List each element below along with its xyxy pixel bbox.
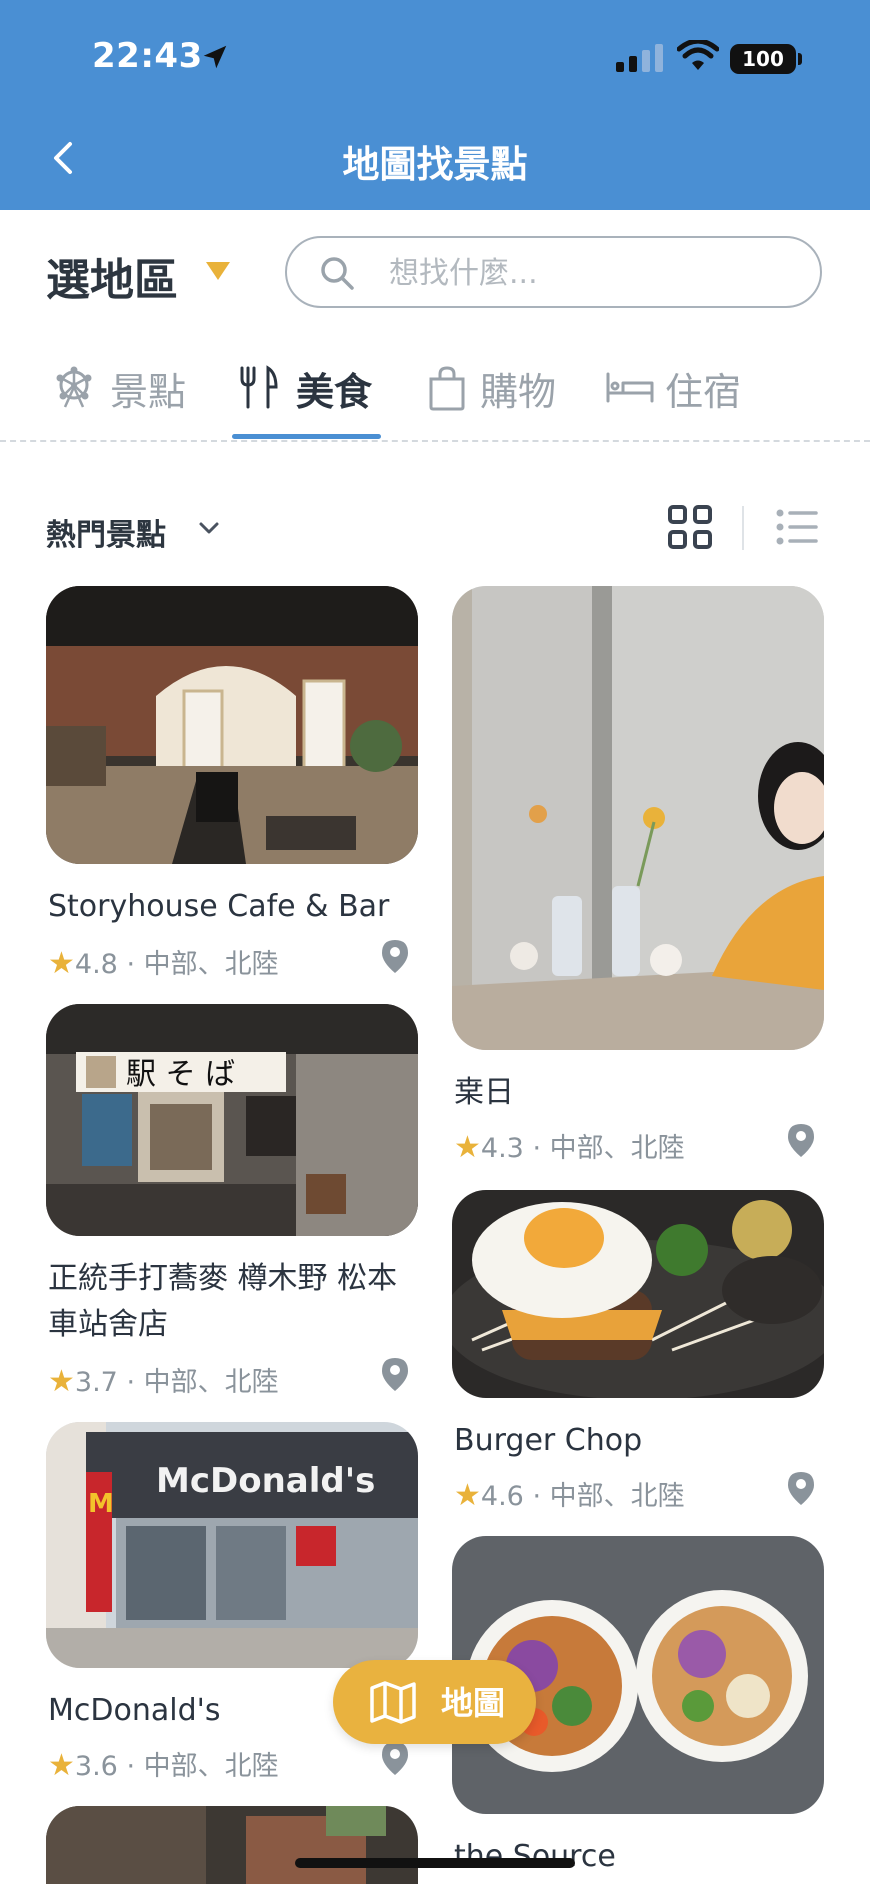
star-icon: ★ (454, 1478, 481, 1513)
place-name: the Source (454, 1839, 616, 1874)
place-rating: 3.7 (74, 1367, 118, 1398)
active-tab-indicator (232, 434, 381, 439)
cellular-signal-icon (616, 44, 663, 72)
map-icon (370, 1681, 416, 1724)
category-tabs: 景點 美食 購物 住宿 (0, 355, 870, 443)
map-pin-icon[interactable] (380, 1356, 410, 1394)
place-rating: 4.6 (480, 1481, 524, 1512)
dropdown-triangle-icon[interactable] (206, 262, 230, 280)
place-photo (452, 1190, 824, 1398)
tab-sights[interactable]: 景點 (50, 355, 200, 443)
tab-shopping[interactable]: 購物 (424, 355, 584, 443)
meta-separator: · (532, 1133, 550, 1164)
search-box[interactable] (285, 236, 822, 308)
bed-icon (606, 372, 654, 403)
shopping-bag-icon (429, 366, 465, 411)
star-icon: ★ (48, 1748, 75, 1783)
status-bar: 22:43 100 (0, 0, 870, 110)
place-rating: 4.8 (74, 949, 118, 980)
place-area: 中部、北陸 (143, 1367, 279, 1398)
place-area: 中部、北陸 (143, 949, 279, 980)
place-card[interactable]: 駅 そ ば 正統手打蕎麥 樽木野 松本車站舍店 ★3.7 · 中部、北陸 (46, 1004, 418, 1404)
place-name: Storyhouse Cafe & Bar (48, 889, 390, 924)
place-photo (46, 1806, 418, 1884)
map-pin-icon[interactable] (380, 938, 410, 976)
meta-separator: · (126, 1367, 144, 1398)
location-arrow-icon (203, 45, 227, 69)
battery-cap (798, 53, 802, 65)
sort-dropdown[interactable]: 熱門景點 (46, 510, 166, 554)
tab-lodging[interactable]: 住宿 (605, 355, 755, 443)
meta-separator: · (126, 949, 144, 980)
chevron-down-icon[interactable] (198, 521, 220, 535)
search-icon (321, 257, 354, 290)
tab-label: 住宿 (665, 370, 742, 414)
place-meta: ★4.3 · 中部、北陸 (454, 1126, 685, 1165)
place-name: 枽日 (454, 1075, 514, 1110)
star-icon: ★ (454, 1130, 481, 1165)
place-area: 中部、北陸 (143, 1751, 279, 1782)
svg-text:McDonald's: McDonald's (156, 1461, 375, 1501)
place-name: 正統手打蕎麥 樽木野 松本車站舍店 (48, 1261, 398, 1342)
view-divider (742, 506, 744, 550)
tab-label: 購物 (480, 370, 557, 414)
home-indicator (295, 1858, 575, 1868)
place-rating: 3.6 (74, 1751, 118, 1782)
svg-text:M: M (88, 1489, 114, 1519)
page-title: 地圖找景點 (342, 143, 528, 186)
tab-label: 景點 (110, 370, 187, 414)
status-time: 22:43 (92, 36, 203, 76)
search-input[interactable] (387, 250, 791, 296)
place-card[interactable]: 枽日 ★4.3 · 中部、北陸 (452, 586, 824, 1165)
list-view-icon[interactable] (776, 508, 818, 546)
place-photo: 駅 そ ば (46, 1004, 418, 1236)
map-pin-icon[interactable] (786, 1122, 816, 1160)
map-pin-icon[interactable] (380, 1740, 410, 1778)
wifi-icon (677, 40, 719, 70)
star-icon: ★ (48, 946, 75, 981)
place-card[interactable]: Burger Chop ★4.6 · 中部、北陸 (452, 1190, 824, 1516)
fork-knife-icon (240, 365, 278, 409)
place-meta: ★3.7 · 中部、北陸 (48, 1360, 279, 1399)
divider (0, 440, 870, 442)
tab-label: 美食 (296, 370, 373, 414)
svg-text:駅 そ ば: 駅 そ ば (126, 1057, 235, 1092)
tab-food[interactable]: 美食 (236, 355, 386, 443)
place-photo (46, 586, 418, 864)
place-area: 中部、北陸 (549, 1481, 685, 1512)
place-card[interactable]: Storyhouse Cafe & Bar ★4.8 · 中部、北陸 (46, 586, 418, 986)
map-button-label: 地圖 (441, 1684, 506, 1722)
meta-separator: · (532, 1481, 550, 1512)
place-card[interactable] (46, 1806, 418, 1884)
region-selector[interactable]: 選地區 (46, 244, 178, 308)
place-photo (452, 586, 824, 1050)
map-button[interactable]: 地圖 (333, 1660, 536, 1744)
place-name: Burger Chop (454, 1423, 643, 1458)
place-meta: ★4.6 · 中部、北陸 (454, 1474, 685, 1513)
meta-separator: · (126, 1751, 144, 1782)
app-header: 22:43 100 地圖找景點 (0, 0, 870, 210)
star-icon: ★ (48, 1364, 75, 1399)
battery-indicator: 100 (730, 44, 796, 74)
ferris-wheel-icon (56, 366, 92, 408)
place-area: 中部、北陸 (549, 1133, 685, 1164)
place-rating: 4.3 (480, 1133, 524, 1164)
grid-view-icon[interactable] (668, 505, 712, 549)
place-meta: ★4.8 · 中部、北陸 (48, 942, 279, 981)
place-meta: ★3.6 · 中部、北陸 (48, 1744, 279, 1783)
map-pin-icon[interactable] (786, 1470, 816, 1508)
place-photo: McDonald's M (46, 1422, 418, 1668)
